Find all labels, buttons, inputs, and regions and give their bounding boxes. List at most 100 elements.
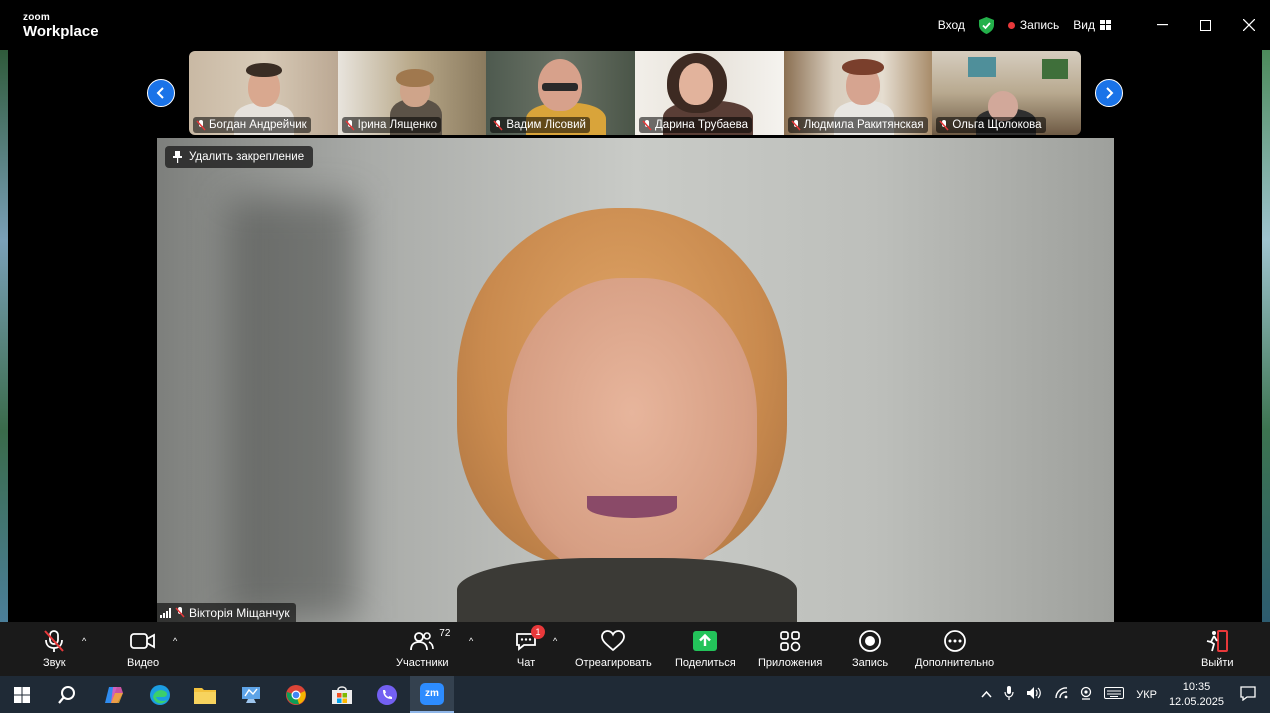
mic-muted-icon xyxy=(196,119,206,130)
record-indicator-label: Запись xyxy=(1019,18,1060,32)
logo-small-text: zoom xyxy=(23,12,50,23)
system-clock[interactable]: 10:35 12.05.2025 xyxy=(1169,680,1224,710)
logo-big-text: Workplace xyxy=(23,23,99,40)
maximize-icon[interactable] xyxy=(1184,0,1227,50)
mic-muted-icon xyxy=(493,119,503,130)
edge-browser-icon xyxy=(150,684,170,705)
apps-button[interactable]: Приложения xyxy=(758,628,822,669)
share-screen-icon xyxy=(693,631,718,651)
audio-label: Звук xyxy=(43,657,66,669)
participant-name-tag: Ірина Лященко xyxy=(341,117,442,133)
taskbar-store[interactable] xyxy=(320,676,364,713)
windows-logo-icon xyxy=(14,686,30,703)
chat-label: Чат xyxy=(516,657,536,669)
store-icon xyxy=(332,685,352,704)
tray-overflow-chevron-icon[interactable] xyxy=(981,689,992,701)
windows-taskbar: zm УКР 10:35 12.05.2025 xyxy=(0,676,1270,713)
more-button[interactable]: Дополнительно xyxy=(915,628,994,669)
speaker-mouth xyxy=(587,496,677,518)
recording-indicator[interactable]: Запись xyxy=(1007,18,1060,32)
notifications-icon[interactable] xyxy=(1240,685,1256,704)
taskbar-edge[interactable] xyxy=(138,676,182,713)
taskbar-app-3d[interactable] xyxy=(229,676,273,713)
video-button[interactable]: Видео xyxy=(127,628,159,669)
participants-button[interactable]: 72 Участники xyxy=(396,628,451,669)
participant-thumbnail[interactable]: Людмила Ракитянская xyxy=(783,51,933,135)
background-shadow xyxy=(227,198,357,618)
participants-options-caret-icon[interactable]: ^ xyxy=(469,636,473,646)
speaker-volume-icon[interactable] xyxy=(1026,686,1042,703)
chat-options-caret-icon[interactable]: ^ xyxy=(553,636,557,646)
participant-thumbnail[interactable]: Ірина Лященко xyxy=(337,51,487,135)
participant-name-tag: Богдан Андрейчик xyxy=(193,117,311,133)
unpin-button[interactable]: Удалить закрепление xyxy=(165,146,314,168)
input-language-indicator[interactable]: УКР xyxy=(1136,689,1157,701)
participant-name: Богдан Андрейчик xyxy=(209,119,307,131)
participant-thumbnail[interactable]: Вадим Лісовий xyxy=(486,51,636,135)
mic-muted-icon xyxy=(939,119,949,130)
participant-name: Вадим Лісовий xyxy=(506,119,586,131)
participant-name: Ольга Щолокова xyxy=(952,119,1042,131)
chevron-left-icon xyxy=(156,87,164,99)
unpin-label: Удалить закрепление xyxy=(189,151,305,163)
video-label: Видео xyxy=(127,657,160,669)
clock-date: 12.05.2025 xyxy=(1168,695,1224,708)
participant-thumbnail[interactable]: Дарина Трубаева xyxy=(635,51,784,135)
search-button[interactable] xyxy=(45,676,89,713)
participant-thumbnail[interactable]: Ольга Щолокова xyxy=(932,51,1081,135)
thumbnail-prev-button[interactable] xyxy=(147,79,175,107)
close-icon[interactable] xyxy=(1227,0,1270,50)
taskbar-viber[interactable] xyxy=(365,676,409,713)
apps-label: Приложения xyxy=(758,657,823,669)
taskbar-zoom[interactable]: zm xyxy=(410,676,454,713)
login-button[interactable]: Вход xyxy=(938,18,965,32)
taskbar-file-explorer[interactable] xyxy=(183,676,227,713)
record-dot-icon xyxy=(1007,21,1015,29)
participant-name: Ірина Лященко xyxy=(357,119,438,131)
grid-view-icon xyxy=(1100,20,1111,30)
record-icon xyxy=(859,630,881,652)
start-button[interactable] xyxy=(0,676,44,713)
participant-name-tag: Людмила Ракитянская xyxy=(787,117,928,133)
mic-muted-icon xyxy=(791,119,801,130)
leave-meeting-button[interactable]: Выйти xyxy=(1201,628,1234,669)
app-logo: zoom Workplace xyxy=(23,12,99,40)
pinned-video[interactable]: Удалить закрепление Вікторія Міщанчук xyxy=(157,138,1114,622)
mic-muted-icon xyxy=(175,607,185,618)
taskbar-copilot[interactable] xyxy=(92,676,136,713)
view-button[interactable]: Вид xyxy=(1073,18,1111,32)
pin-icon xyxy=(173,151,182,163)
chat-button[interactable]: 1 Чат xyxy=(515,625,545,669)
thumbnail-next-button[interactable] xyxy=(1095,79,1123,107)
title-bar: zoom Workplace Вход Запись Вид xyxy=(0,0,1270,50)
keyboard-icon[interactable] xyxy=(1104,687,1125,702)
participants-count: 72 xyxy=(439,628,451,639)
leave-label: Выйти xyxy=(1201,657,1234,669)
participant-name: Дарина Трубаева xyxy=(655,119,748,131)
microphone-icon[interactable] xyxy=(1004,686,1014,703)
network-icon[interactable] xyxy=(1054,687,1068,702)
participants-icon xyxy=(410,632,435,651)
speaker-name-tag: Вікторія Міщанчук xyxy=(157,603,296,622)
desktop-wallpaper-right xyxy=(1262,50,1270,622)
participant-name: Людмила Ракитянская xyxy=(803,119,924,131)
zoom-taskbar-label: zm xyxy=(425,688,439,699)
share-screen-button[interactable]: Поделиться xyxy=(675,628,736,669)
apps-icon xyxy=(780,631,801,652)
audio-options-caret-icon[interactable]: ^ xyxy=(82,636,86,646)
share-label: Поделиться xyxy=(675,657,736,669)
participant-thumbnail[interactable]: Богдан Андрейчик xyxy=(189,51,338,135)
security-shield-icon[interactable] xyxy=(978,16,994,34)
taskbar-chrome[interactable] xyxy=(274,676,318,713)
record-button[interactable]: Запись xyxy=(852,628,888,669)
react-button[interactable]: Отреагировать xyxy=(575,628,652,669)
chrome-browser-icon xyxy=(286,684,306,705)
audio-button[interactable]: Звук xyxy=(43,628,66,669)
video-options-caret-icon[interactable]: ^ xyxy=(173,636,177,646)
participant-name-tag: Ольга Щолокова xyxy=(936,117,1046,133)
system-tray: УКР 10:35 12.05.2025 xyxy=(975,676,1270,713)
minimize-icon[interactable] xyxy=(1141,0,1184,50)
camera-tray-icon[interactable] xyxy=(1080,686,1092,703)
video-camera-icon xyxy=(130,633,155,649)
record-label: Запись xyxy=(852,657,889,669)
